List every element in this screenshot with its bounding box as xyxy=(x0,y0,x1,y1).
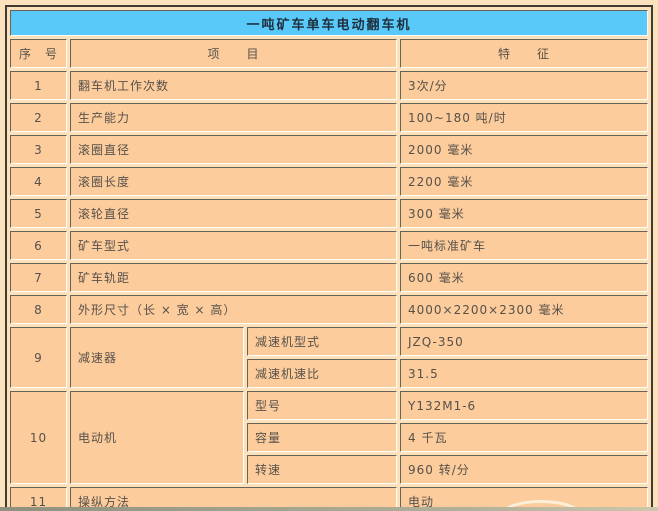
spec-table: 一吨矿车单车电动翻车机 序 号 项 目 特 征 1 翻车机工作次数 3次/分 2… xyxy=(5,5,653,511)
page-title: 一吨矿车单车电动翻车机 xyxy=(10,10,648,36)
value-cell: 4 千瓦 xyxy=(400,423,648,452)
value-cell: JZQ-350 xyxy=(400,327,648,356)
value-cell: 2200 毫米 xyxy=(400,167,648,196)
item-cell: 翻车机工作次数 xyxy=(70,71,397,100)
value-cell: 2000 毫米 xyxy=(400,135,648,164)
row-number: 2 xyxy=(10,103,67,132)
item-group-cell: 减速器 xyxy=(70,327,244,388)
header-serial: 序 号 xyxy=(10,39,67,68)
row-number: 1 xyxy=(10,71,67,100)
value-cell: 3次/分 xyxy=(400,71,648,100)
item-cell: 矿车轨距 xyxy=(70,263,397,292)
value-cell: 300 毫米 xyxy=(400,199,648,228)
row-number: 7 xyxy=(10,263,67,292)
header-item: 项 目 xyxy=(70,39,397,68)
table-row: 1 翻车机工作次数 3次/分 xyxy=(10,71,648,100)
value-cell: 960 转/分 xyxy=(400,455,648,484)
table-row: 6 矿车型式 一吨标准矿车 xyxy=(10,231,648,260)
row-number: 4 xyxy=(10,167,67,196)
table-row: 5 滚轮直径 300 毫米 xyxy=(10,199,648,228)
value-cell: Y132M1-6 xyxy=(400,391,648,420)
sub-item-cell: 容量 xyxy=(247,423,397,452)
item-cell: 外形尺寸（长 × 宽 × 高） xyxy=(70,295,397,324)
header-row: 序 号 项 目 特 征 xyxy=(10,39,648,68)
header-feature: 特 征 xyxy=(400,39,648,68)
table-row: 3 滚圈直径 2000 毫米 xyxy=(10,135,648,164)
page: 一吨矿车单车电动翻车机 序 号 项 目 特 征 1 翻车机工作次数 3次/分 2… xyxy=(0,0,658,511)
item-cell: 滚圈长度 xyxy=(70,167,397,196)
item-cell: 滚轮直径 xyxy=(70,199,397,228)
item-cell: 滚圈直径 xyxy=(70,135,397,164)
value-cell: 一吨标准矿车 xyxy=(400,231,648,260)
item-cell: 生产能力 xyxy=(70,103,397,132)
bottom-edge-strip xyxy=(0,507,658,511)
value-cell: 4000×2200×2300 毫米 xyxy=(400,295,648,324)
table-row: 7 矿车轨距 600 毫米 xyxy=(10,263,648,292)
row-number: 3 xyxy=(10,135,67,164)
row-number: 8 xyxy=(10,295,67,324)
item-cell: 矿车型式 xyxy=(70,231,397,260)
sub-item-cell: 减速机型式 xyxy=(247,327,397,356)
item-group-cell: 电动机 xyxy=(70,391,244,484)
table-row: 10 电动机 型号 Y132M1-6 xyxy=(10,391,648,420)
row-number: 9 xyxy=(10,327,67,388)
sub-item-cell: 型号 xyxy=(247,391,397,420)
table-row: 9 减速器 减速机型式 JZQ-350 xyxy=(10,327,648,356)
sub-item-cell: 转速 xyxy=(247,455,397,484)
table-row: 8 外形尺寸（长 × 宽 × 高） 4000×2200×2300 毫米 xyxy=(10,295,648,324)
value-cell: 31.5 xyxy=(400,359,648,388)
title-row: 一吨矿车单车电动翻车机 xyxy=(10,10,648,36)
row-number: 10 xyxy=(10,391,67,484)
sub-item-cell: 减速机速比 xyxy=(247,359,397,388)
table-row: 4 滚圈长度 2200 毫米 xyxy=(10,167,648,196)
value-cell: 100~180 吨/时 xyxy=(400,103,648,132)
table-row: 2 生产能力 100~180 吨/时 xyxy=(10,103,648,132)
row-number: 5 xyxy=(10,199,67,228)
value-cell: 600 毫米 xyxy=(400,263,648,292)
row-number: 6 xyxy=(10,231,67,260)
